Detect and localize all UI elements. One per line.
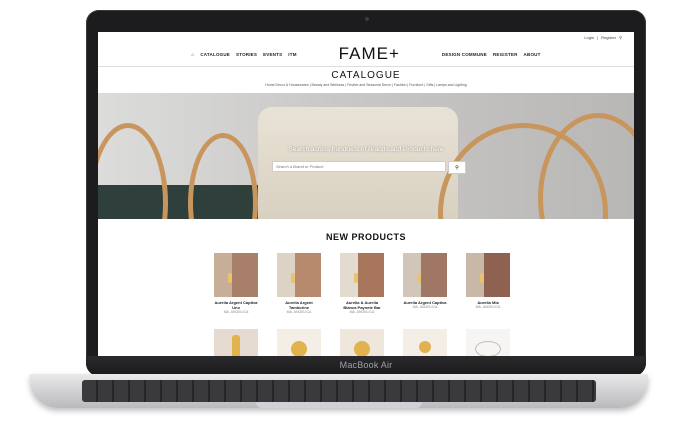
search-icon[interactable]: ⚲ — [619, 35, 622, 40]
product-name[interactable]: Aurelia Argent Captiva Uno — [214, 300, 258, 310]
site-logo[interactable]: FAME+ — [339, 44, 400, 64]
product-image[interactable] — [466, 253, 510, 297]
login-link[interactable]: Login — [584, 35, 594, 40]
product-card[interactable]: Aurelia Argent Captiva MA. ANGELICA — [403, 253, 447, 315]
nav-itm[interactable]: ITM — [288, 52, 296, 57]
page-title: CATALOGUE — [331, 70, 401, 81]
search-icon: ⚲ — [455, 164, 459, 171]
hero-search: ⚲ — [272, 161, 466, 174]
product-name[interactable]: Aurelia & Aurelia Blanca Paynete Bar — [340, 300, 384, 310]
main-nav: ⌂ CATALOGUE STORIES EVENTS ITM FAME+ DES… — [98, 44, 634, 64]
nav-about[interactable]: ABOUT — [524, 52, 541, 57]
product-image[interactable] — [214, 253, 258, 297]
product-card[interactable]: Aurelia Mia MA. ANGELICA — [466, 253, 510, 315]
product-brand: MA. ANGELICA — [286, 310, 312, 314]
product-grid: Aurelia Argent Captiva Uno MA. ANGELICA … — [214, 253, 510, 315]
hero-tagline: Search across hundreds of Brands and Pro… — [288, 146, 444, 153]
nav-stories[interactable]: STORIES — [236, 52, 257, 57]
product-image[interactable] — [340, 253, 384, 297]
browser-screen: Login | Register ⚲ ⌂ CATALOGUE STORIES E… — [98, 32, 634, 368]
register-link[interactable]: Register — [601, 35, 616, 40]
search-button[interactable]: ⚲ — [448, 161, 466, 174]
home-icon[interactable]: ⌂ — [191, 52, 194, 57]
laptop-lid: Login | Register ⚲ ⌂ CATALOGUE STORIES E… — [86, 10, 646, 376]
nav-events[interactable]: EVENTS — [263, 52, 282, 57]
laptop-chin: MacBook Air — [86, 356, 646, 376]
section-title: NEW PRODUCTS — [326, 232, 406, 242]
product-brand: MA. ANGELICA — [223, 310, 249, 314]
product-card[interactable]: Aurelia & Aurelia Blanca Paynete Bar MA.… — [340, 253, 384, 315]
search-input[interactable] — [272, 161, 446, 172]
laptop-keyboard — [82, 380, 596, 402]
webcam — [365, 17, 369, 21]
nav-catalogue[interactable]: CATALOGUE — [200, 52, 230, 57]
product-image[interactable] — [403, 253, 447, 297]
nav-register[interactable]: REGISTER — [493, 52, 518, 57]
laptop-trackpad — [256, 402, 422, 408]
product-card[interactable]: Aurelia Argent Captiva Uno MA. ANGELICA — [214, 253, 258, 315]
product-brand: MA. ANGELICA — [412, 305, 438, 309]
category-links[interactable]: Home Decor & Housewares | Beauty and Wel… — [98, 83, 634, 87]
product-brand: MA. ANGELICA — [349, 310, 375, 314]
product-name[interactable]: Aurelia Argent Tamborine — [277, 300, 321, 310]
topbar-separator: | — [597, 35, 599, 40]
account-links: Login | Register ⚲ — [584, 35, 622, 40]
nav-design-commune[interactable]: DESIGN COMMUNE — [442, 52, 487, 57]
product-image[interactable] — [277, 253, 321, 297]
product-card[interactable]: Aurelia Argent Tamborine MA. ANGELICA — [277, 253, 321, 315]
hero-basket-handle — [98, 123, 168, 219]
device-brand-label: MacBook Air — [339, 360, 393, 370]
product-brand: MA. ANGELICA — [475, 305, 501, 309]
hero-banner: Search across hundreds of Brands and Pro… — [98, 93, 634, 219]
header-divider — [98, 66, 634, 67]
